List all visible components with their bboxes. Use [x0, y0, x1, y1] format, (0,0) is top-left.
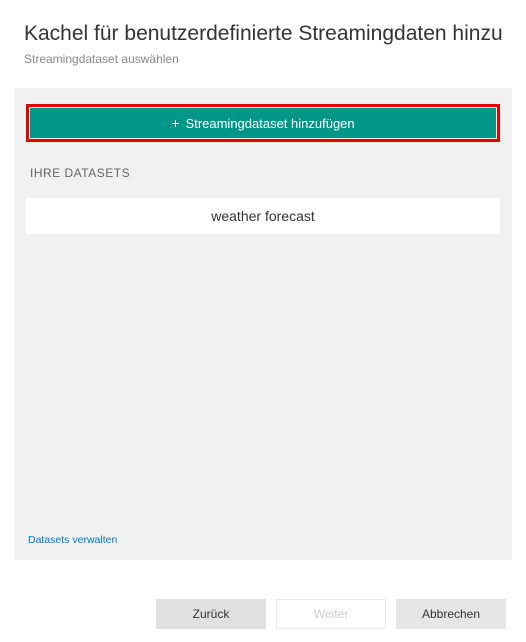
add-button-label: Streamingdataset hinzufügen [186, 116, 355, 131]
dataset-name: weather forecast [211, 208, 315, 224]
back-button[interactable]: Zurück [156, 599, 266, 629]
next-button: Weiter [276, 599, 386, 629]
dialog-title: Kachel für benutzerdefinierte Streamingd… [24, 22, 502, 46]
plus-icon: + [171, 116, 179, 130]
manage-datasets-link[interactable]: Datasets verwalten [28, 534, 117, 546]
add-button-highlight: + Streamingdataset hinzufügen [26, 104, 500, 142]
add-streaming-dataset-button[interactable]: + Streamingdataset hinzufügen [30, 108, 496, 138]
cancel-button[interactable]: Abbrechen [396, 599, 506, 629]
dialog-header: Kachel für benutzerdefinierte Streamingd… [0, 0, 526, 76]
content-area: + Streamingdataset hinzufügen IHRE DATAS… [14, 88, 512, 560]
dataset-item[interactable]: weather forecast [26, 198, 500, 234]
dialog-footer: Zurück Weiter Abbrechen [0, 586, 526, 642]
your-datasets-label: IHRE DATASETS [26, 166, 500, 180]
dialog-subtitle: Streamingdataset auswählen [24, 52, 502, 66]
